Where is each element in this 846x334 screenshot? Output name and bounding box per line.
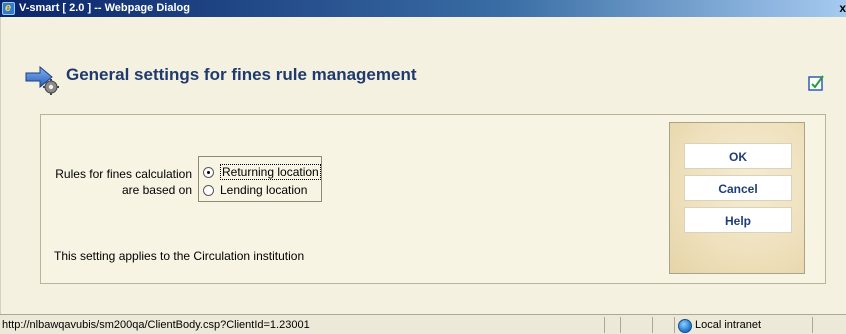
fines-rule-label: Rules for fines calculation are based on	[55, 167, 192, 197]
radio-returning-location[interactable]: Returning location	[203, 164, 321, 180]
radio-lending-location[interactable]: Lending location	[203, 183, 307, 197]
button-panel: OK Cancel Help	[669, 122, 805, 274]
status-divider	[652, 317, 653, 333]
radio-button-unchecked[interactable]	[203, 184, 214, 196]
window-title: V-smart [ 2.0 ] -- Webpage Dialog	[19, 2, 190, 14]
status-bar: http://nlbawqavubis/sm200qa/ClientBody.c…	[0, 314, 846, 334]
page-title: General settings for fines rule manageme…	[66, 65, 417, 84]
status-divider	[604, 317, 605, 333]
checkbox-pencil-icon[interactable]	[808, 74, 826, 92]
zone-label: Local intranet	[695, 319, 762, 331]
title-bar: V-smart [ 2.0 ] -- Webpage Dialog x	[0, 0, 846, 17]
security-zone: Local intranet	[678, 318, 761, 333]
cancel-button[interactable]: Cancel	[684, 175, 792, 201]
status-divider	[620, 317, 621, 333]
status-url: http://nlbawqavubis/sm200qa/ClientBody.c…	[2, 319, 310, 331]
status-divider	[812, 317, 813, 333]
institution-note: This setting applies to the Circulation …	[54, 249, 305, 263]
ok-button[interactable]: OK	[684, 143, 792, 169]
radio-label-lending: Lending location	[220, 183, 308, 197]
arrow-gear-icon	[25, 65, 59, 95]
radio-label-returning: Returning location	[220, 164, 321, 180]
radio-button-checked[interactable]	[203, 166, 214, 178]
ie-icon	[2, 0, 15, 17]
fines-rule-radio-group: Returning location Lending location	[198, 156, 322, 202]
close-button[interactable]: x	[832, 1, 846, 15]
globe-icon	[678, 318, 692, 333]
help-button[interactable]: Help	[684, 207, 792, 233]
status-divider	[674, 317, 675, 333]
